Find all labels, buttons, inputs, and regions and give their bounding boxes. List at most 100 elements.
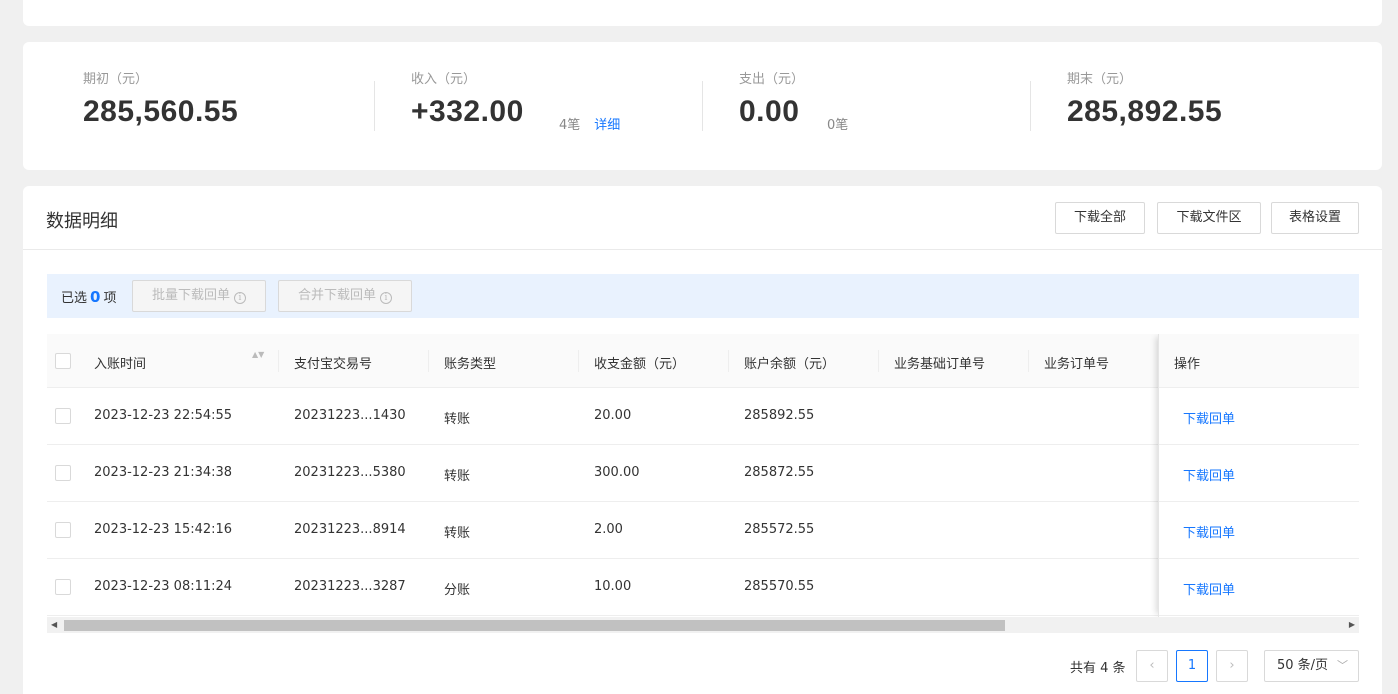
select-all-checkbox[interactable] <box>55 353 71 369</box>
closing-label: 期末（元） <box>1067 72 1133 87</box>
page-size-value: 50 条/页 <box>1277 658 1329 673</box>
cell-trade-no: 20231223...5380 <box>294 465 406 480</box>
cell-balance: 285570.55 <box>744 579 815 594</box>
pagination-total: 共有 4 条 <box>1070 661 1126 676</box>
action-cell: 下载回单 <box>1159 445 1359 502</box>
cell-balance: 285892.55 <box>744 408 815 423</box>
column-divider <box>278 350 279 372</box>
horizontal-scrollbar[interactable]: ◀ ▶ <box>47 617 1359 633</box>
col-amount: 收支金额（元） <box>594 357 686 372</box>
cell-balance: 285572.55 <box>744 522 815 537</box>
action-cell: 下载回单 <box>1159 559 1359 616</box>
cell-amount: 10.00 <box>594 579 632 594</box>
income-count: 4笔 <box>559 118 581 133</box>
cell-type: 转账 <box>444 526 471 541</box>
cell-type: 转账 <box>444 412 471 427</box>
scroll-right-icon[interactable]: ▶ <box>1349 620 1355 629</box>
cell-trade-no: 20231223...3287 <box>294 579 406 594</box>
column-divider <box>1028 350 1029 372</box>
data-header: 数据明细 下载全部 下载文件区 表格设置 <box>23 186 1382 250</box>
column-divider <box>428 350 429 372</box>
data-table: 入账时间 ▲▼ 支付宝交易号 账务类型 收支金额（元） 账户余额（元） 业务基础… <box>47 334 1359 617</box>
info-icon: i <box>380 292 392 304</box>
selection-text: 已选 0 项 <box>61 287 116 306</box>
cell-trade-no: 20231223...8914 <box>294 522 406 537</box>
income-value: +332.00 <box>411 95 524 128</box>
row-checkbox[interactable] <box>55 408 71 424</box>
col-type: 账务类型 <box>444 357 497 372</box>
download-files-button[interactable]: 下载文件区 <box>1157 202 1261 234</box>
col-order: 业务订单号 <box>1044 357 1110 372</box>
income-extra: 4笔 详细 <box>559 114 620 133</box>
column-divider <box>878 350 879 372</box>
cell-amount: 300.00 <box>594 465 640 480</box>
cell-time: 2023-12-23 21:34:38 <box>94 465 233 480</box>
sort-icon[interactable]: ▲▼ <box>252 351 264 359</box>
cell-time: 2023-12-23 08:11:24 <box>94 579 233 594</box>
income-label: 收入（元） <box>411 72 477 87</box>
selection-bar: 已选 0 项 批量下载回单 i 合并下载回单 i <box>47 274 1359 318</box>
download-receipt-link[interactable]: 下载回单 <box>1183 579 1235 598</box>
income-stat: 收入（元） +332.00 <box>411 68 524 129</box>
cell-amount: 20.00 <box>594 408 632 423</box>
expense-stat: 支出（元） 0.00 <box>739 68 804 129</box>
page-size-select[interactable]: 50 条/页 ﹀ <box>1264 650 1359 682</box>
cell-time: 2023-12-23 15:42:16 <box>94 522 233 537</box>
expense-extra: 0笔 <box>827 114 848 133</box>
table-settings-button[interactable]: 表格设置 <box>1271 202 1359 234</box>
cell-amount: 2.00 <box>594 522 623 537</box>
opening-stat: 期初（元） 285,560.55 <box>83 68 238 129</box>
download-receipt-link[interactable]: 下载回单 <box>1183 408 1235 427</box>
closing-value: 285,892.55 <box>1067 95 1223 128</box>
batch-download-button[interactable]: 批量下载回单 i <box>132 280 266 312</box>
opening-value: 285,560.55 <box>83 95 239 128</box>
cell-trade-no: 20231223...1430 <box>294 408 406 423</box>
income-detail-link[interactable]: 详细 <box>594 118 620 133</box>
col-base-order: 业务基础订单号 <box>894 357 986 372</box>
action-cell: 下载回单 <box>1159 502 1359 559</box>
action-column: 操作 下载回单 下载回单 下载回单 下载回单 <box>1158 334 1359 617</box>
column-divider <box>578 350 579 372</box>
cell-time: 2023-12-23 22:54:55 <box>94 408 233 423</box>
col-balance: 账户余额（元） <box>744 357 836 372</box>
download-receipt-link[interactable]: 下载回单 <box>1183 522 1235 541</box>
chevron-down-icon: ﹀ <box>1337 659 1348 672</box>
data-title: 数据明细 <box>46 211 118 232</box>
divider <box>702 81 703 131</box>
scroll-left-icon[interactable]: ◀ <box>51 620 57 629</box>
column-divider <box>728 350 729 372</box>
col-trade-no: 支付宝交易号 <box>294 357 373 372</box>
action-cell: 下载回单 <box>1159 388 1359 445</box>
row-checkbox[interactable] <box>55 522 71 538</box>
summary-card: 期初（元） 285,560.55 收入（元） +332.00 4笔 详细 支出（元… <box>23 42 1382 170</box>
divider <box>1030 81 1031 131</box>
selection-prefix: 已选 <box>61 291 88 306</box>
expense-value: 0.00 <box>739 95 800 128</box>
top-card <box>23 0 1382 26</box>
data-card: 数据明细 下载全部 下载文件区 表格设置 已选 0 项 批量下载回单 i 合并下载回单… <box>23 186 1382 694</box>
opening-label: 期初（元） <box>83 72 149 87</box>
col-time[interactable]: 入账时间 <box>94 353 146 372</box>
prev-page-button[interactable]: ‹ <box>1136 650 1168 682</box>
row-checkbox[interactable] <box>55 465 71 481</box>
cell-balance: 285872.55 <box>744 465 815 480</box>
page-1-button[interactable]: 1 <box>1176 650 1208 682</box>
merge-download-button[interactable]: 合并下载回单 i <box>278 280 412 312</box>
divider <box>374 81 375 131</box>
merge-download-label: 合并下载回单 <box>297 288 376 303</box>
scroll-thumb[interactable] <box>64 620 1005 631</box>
cell-type: 分账 <box>444 583 471 598</box>
expense-label: 支出（元） <box>739 72 805 87</box>
selection-suffix: 项 <box>103 291 117 306</box>
action-header: 操作 <box>1159 334 1359 388</box>
batch-download-label: 批量下载回单 <box>151 288 230 303</box>
cell-type: 转账 <box>444 469 471 484</box>
col-action: 操作 <box>1174 357 1201 372</box>
expense-count: 0笔 <box>827 118 849 133</box>
download-all-button[interactable]: 下载全部 <box>1055 202 1145 234</box>
row-checkbox[interactable] <box>55 579 71 595</box>
closing-stat: 期末（元） 285,892.55 <box>1067 68 1222 129</box>
next-page-button[interactable]: › <box>1216 650 1248 682</box>
download-receipt-link[interactable]: 下载回单 <box>1183 465 1235 484</box>
selection-count: 0 <box>90 288 101 306</box>
